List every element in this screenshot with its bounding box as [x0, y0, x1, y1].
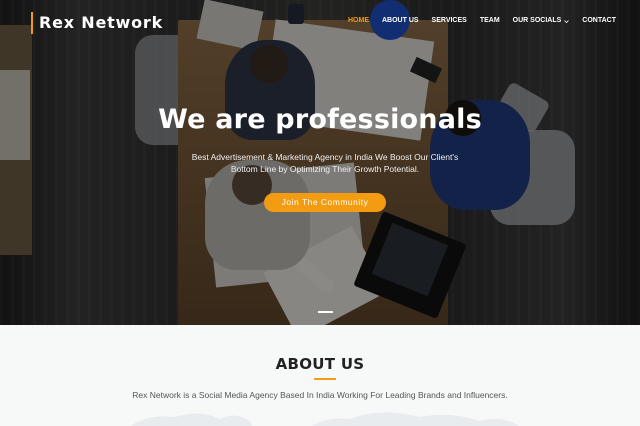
hero-subtitle: Best Advertisement & Marketing Agency in… — [191, 152, 459, 174]
about-title: ABOUT US — [275, 355, 365, 373]
slider-indicator[interactable] — [318, 311, 333, 313]
hero-title: We are professionals — [158, 104, 482, 135]
chevron-down-icon — [564, 19, 570, 23]
nav-services[interactable]: SERVICES — [432, 16, 467, 26]
nav-about-us[interactable]: ABOUT US — [382, 16, 419, 26]
about-description: Rex Network is a Social Media Agency Bas… — [132, 390, 508, 400]
nav-contact[interactable]: CONTACT — [582, 16, 616, 26]
nav-our-socials[interactable]: OUR SOCIALS — [513, 16, 570, 26]
join-community-button[interactable]: Join The Community — [264, 193, 386, 212]
nav-our-socials-label: OUR SOCIALS — [512, 17, 562, 24]
about-section — [0, 325, 640, 426]
main-nav: HOME ABOUT US SERVICES TEAM OUR SOCIALS … — [335, 16, 616, 26]
site-logo[interactable]: Rex Network — [31, 12, 163, 34]
nav-home[interactable]: HOME — [348, 16, 369, 26]
about-title-underline — [314, 378, 336, 380]
world-map-decoration — [130, 412, 519, 426]
nav-team[interactable]: TEAM — [480, 16, 500, 26]
